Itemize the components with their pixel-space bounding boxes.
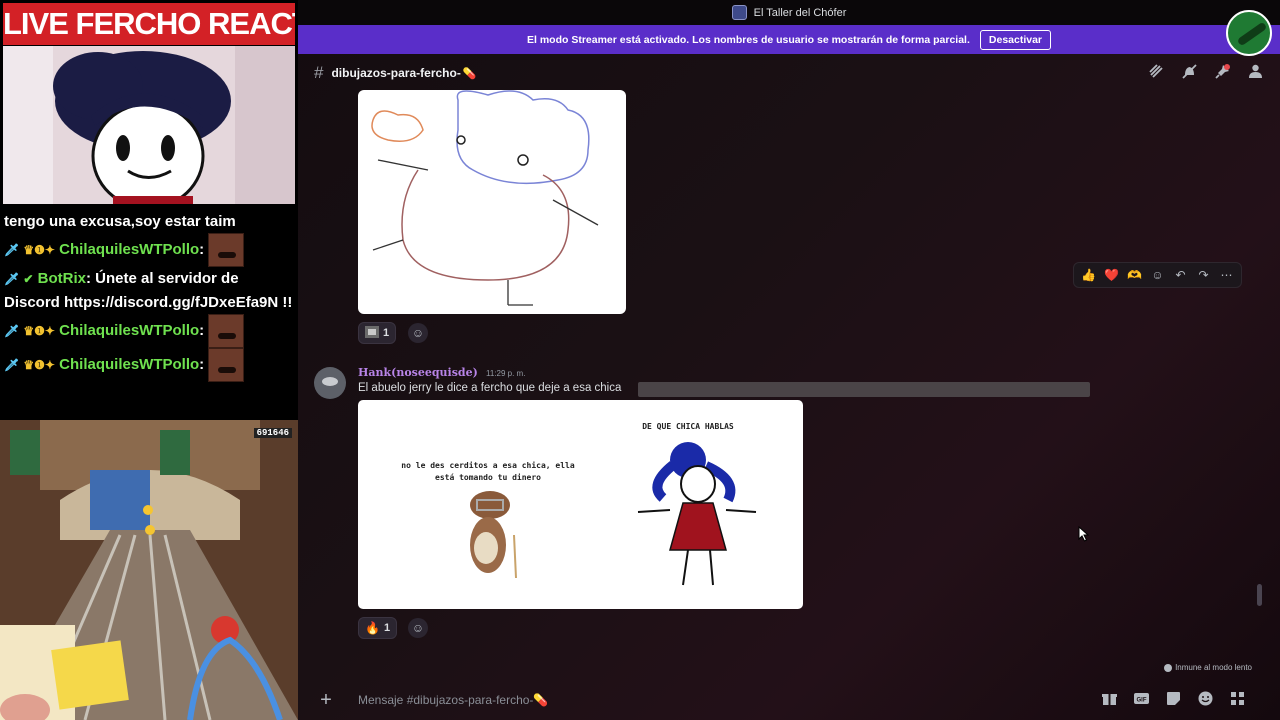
sword-badge-icon: 🗡 — [4, 323, 20, 338]
upload-plus-icon[interactable]: + — [314, 689, 338, 712]
message-text: El abuelo jerry le dice a fercho que dej… — [358, 382, 622, 394]
thumbs-up-reaction-icon[interactable]: 👍 — [1080, 268, 1097, 282]
header-toolbar — [1148, 63, 1264, 80]
emote-icon — [208, 314, 245, 348]
screen: LIVE FERCHO REACTION tengo una excusa,so… — [0, 0, 1280, 720]
message-list: 1 ☺ Hank(noseequisde) 11:29 p. m. El abu… — [298, 90, 1280, 670]
webcam-avatar — [3, 46, 295, 204]
emote-icon — [208, 348, 245, 382]
sword-badge-icon: 🗡 — [4, 242, 20, 257]
members-icon[interactable] — [1247, 63, 1264, 80]
threads-icon[interactable] — [1148, 63, 1165, 80]
apps-icon[interactable] — [1229, 690, 1246, 707]
pin-icon[interactable] — [1214, 63, 1231, 80]
fire-emoji-icon: 🔥 — [365, 621, 380, 635]
mute-icon[interactable] — [1181, 63, 1198, 80]
add-reaction-icon[interactable]: ☺ — [1149, 268, 1166, 282]
add-reaction-icon[interactable]: ☺ — [408, 618, 428, 638]
reaction-count: 1 — [383, 327, 390, 339]
title-bar: El Taller del Chófer — [298, 0, 1280, 25]
heart-reaction-icon[interactable]: ❤️ — [1103, 268, 1120, 282]
channel-header: # dibujazos-para-fercho- 💊 — [298, 56, 1280, 90]
discord-window: El Taller del Chófer El modo Streamer es… — [298, 0, 1280, 720]
scrollbar[interactable] — [1257, 584, 1262, 606]
chat-username: ChilaquilesWTPollo — [59, 321, 200, 339]
meme-image-attachment[interactable]: DE QUE CHICA HABLAS no le des cerditos a… — [358, 400, 803, 609]
chat-line: 🗡 ♛❶✦ ChilaquilesWTPollo: — [4, 348, 294, 382]
sword-badge-icon: 🗡 — [4, 357, 20, 372]
heart-hands-reaction-icon[interactable]: 🫶 — [1126, 268, 1143, 282]
cartoon-character — [53, 51, 231, 204]
add-reaction-icon[interactable]: ☺ — [408, 323, 428, 343]
gif-icon[interactable]: GIF — [1133, 690, 1150, 707]
drawing-attachment[interactable] — [358, 90, 626, 314]
reaction-count: 1 — [383, 622, 391, 634]
sword-badge-icon: 🗡 — [4, 272, 20, 286]
sketch-image — [371, 90, 599, 306]
streamer-banner-text: El modo Streamer está activado. Los nomb… — [526, 33, 970, 46]
message-timestamp: 11:29 p. m. — [486, 369, 526, 378]
hash-icon: # — [314, 63, 324, 82]
game-scene — [0, 420, 298, 720]
server-logo-icon[interactable] — [1226, 10, 1272, 56]
chat-line: tengo una excusa,soy estar taim — [4, 210, 294, 233]
slow-mode-text: Inmune al modo lento — [1175, 663, 1252, 672]
stream-chat: tengo una excusa,soy estar taim 🗡 ♛❶✦ Ch… — [0, 208, 298, 420]
game-score: 691646 — [253, 428, 292, 438]
reply-icon[interactable]: ↶ — [1172, 268, 1189, 282]
window-title: El Taller del Chófer — [753, 6, 847, 19]
slow-mode-notice: Inmune al modo lento — [1164, 663, 1252, 672]
chat-text: tengo una excusa,soy estar taim — [4, 213, 236, 230]
message-input[interactable] — [358, 693, 958, 707]
crown-badge-icon: ♛❶✦ — [23, 323, 55, 338]
chat-username: BotRix — [37, 270, 86, 287]
chat-colon: : — [199, 321, 205, 339]
reaction-sticker[interactable]: 1 — [358, 322, 397, 344]
chat-line: 🗡 ♛❶✦ ChilaquilesWTPollo: — [4, 233, 294, 267]
stream-overlay: LIVE FERCHO REACTION tengo una excusa,so… — [0, 0, 298, 720]
crown-badge-icon: ♛❶✦ — [23, 242, 55, 257]
svg-text:GIF: GIF — [1137, 698, 1147, 704]
reaction-fire[interactable]: 🔥 1 — [358, 617, 398, 639]
verified-badge-icon: ✔ — [23, 272, 34, 286]
message-username[interactable]: Hank(noseequisde) — [358, 366, 478, 379]
channel-name: dibujazos-para-fercho- — [331, 66, 461, 80]
avatar[interactable] — [314, 367, 346, 399]
chat-line: 🗡 ♛❶✦ ChilaquilesWTPollo: — [4, 314, 294, 348]
server-app-icon — [731, 5, 747, 20]
emoji-icon[interactable] — [1197, 690, 1214, 707]
streamer-mode-banner: El modo Streamer está activado. Los nomb… — [298, 25, 1280, 54]
clock-icon — [1164, 663, 1173, 672]
sticker-icon[interactable] — [1165, 690, 1182, 707]
forward-icon[interactable]: ↷ — [1195, 268, 1212, 282]
chat-colon: : — [199, 355, 205, 373]
crown-badge-icon: ♛❶✦ — [23, 357, 55, 372]
stream-title: LIVE FERCHO REACTION — [3, 3, 295, 45]
redacted-link — [638, 382, 1090, 397]
sticker-emoji-icon — [365, 325, 379, 341]
deactivate-streamer-button[interactable]: Desactivar — [979, 29, 1052, 50]
chat-colon: : — [199, 240, 205, 258]
chat-line: 🗡 ✔ BotRix: Únete al servidor de Discord… — [4, 267, 294, 314]
more-icon[interactable]: ⋯ — [1218, 268, 1235, 282]
chat-username: ChilaquilesWTPollo — [59, 240, 200, 258]
chat-username: ChilaquilesWTPollo — [59, 355, 200, 373]
gift-icon[interactable] — [1101, 690, 1118, 707]
emote-icon — [208, 233, 245, 267]
meme-drawing — [470, 442, 757, 586]
mouse-cursor-icon — [1078, 526, 1090, 542]
gameplay-video: 691646 — [0, 420, 298, 720]
pill-emoji-icon: 💊 — [462, 67, 477, 80]
composer-toolbar: GIF — [1101, 690, 1246, 707]
message-action-bar: 👍 ❤️ 🫶 ☺ ↶ ↷ ⋯ — [1073, 262, 1242, 288]
